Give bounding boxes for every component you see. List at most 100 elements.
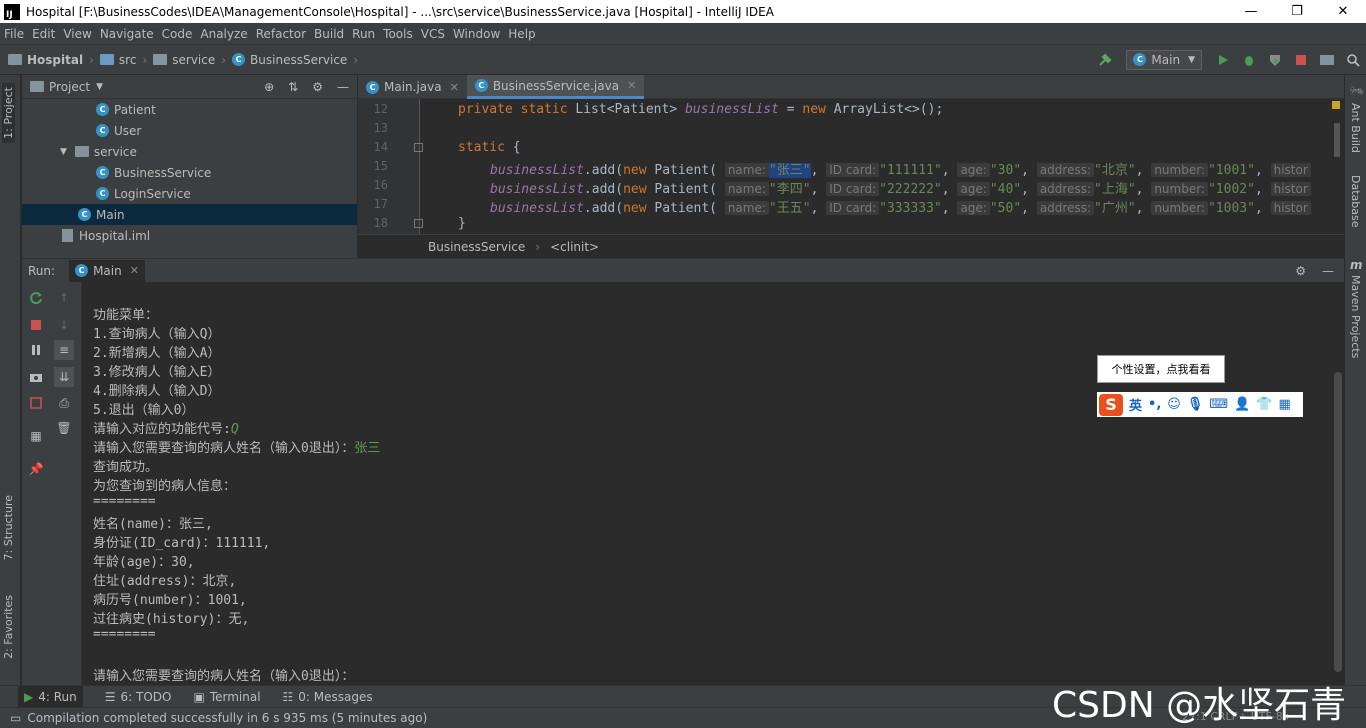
search-icon[interactable] — [1342, 50, 1364, 70]
tree-item-main[interactable]: C Main — [22, 204, 357, 225]
param-hint: age: — [957, 182, 990, 196]
print-icon[interactable]: ⎙ — [54, 393, 74, 413]
tool-tab-structure[interactable]: 7: Structure — [2, 495, 15, 560]
run-icon[interactable] — [1212, 50, 1234, 70]
tool-tab-todo[interactable]: ☰ 6: TODO — [105, 690, 172, 704]
tree-item-user[interactable]: C User — [22, 120, 357, 141]
breadcrumb-class[interactable]: C BusinessService › — [232, 53, 358, 67]
menu-run[interactable]: Run — [352, 27, 375, 41]
soft-wrap-icon[interactable]: ≡ — [54, 340, 74, 360]
project-structure-icon[interactable] — [1316, 50, 1338, 70]
breadcrumb-project[interactable]: Hospital › — [8, 53, 94, 67]
breadcrumb-class[interactable]: BusinessService — [428, 240, 525, 254]
tool-tab-terminal[interactable]: ▣ Terminal — [193, 690, 260, 704]
tree-item-loginservice[interactable]: C LoginService — [22, 183, 357, 204]
microphone-icon[interactable]: 🎙 — [1187, 397, 1204, 412]
grid-menu-icon[interactable]: ▦ — [1278, 397, 1290, 412]
breadcrumb-src[interactable]: src › — [99, 53, 147, 67]
debug-bug-icon[interactable] — [1238, 50, 1260, 70]
keyboard-icon[interactable]: ⌨ — [1209, 397, 1228, 412]
status-icon[interactable]: ▭ — [10, 711, 21, 725]
tree-item-service[interactable]: ▼ service — [22, 141, 357, 162]
expand-arrow-icon[interactable]: ▼ — [60, 147, 67, 157]
ime-tooltip[interactable]: 个性设置，点我看看 — [1097, 355, 1225, 383]
close-tab-icon[interactable]: ✕ — [627, 79, 636, 92]
tree-item-businessservice[interactable]: C BusinessService — [22, 162, 357, 183]
gear-icon[interactable]: ⚙ — [312, 80, 323, 94]
tool-tab-database[interactable]: Database — [1349, 175, 1362, 228]
tab-main-java[interactable]: C Main.java ✕ — [358, 75, 467, 99]
layout-icon[interactable]: ▦ — [26, 426, 46, 446]
trash-icon[interactable]: 🗑 — [54, 418, 74, 438]
skin-shirt-icon[interactable]: 👕 — [1256, 397, 1272, 412]
menu-refactor[interactable]: Refactor — [256, 27, 306, 41]
package-folder-icon — [74, 146, 89, 157]
sogou-logo-icon[interactable]: S — [1099, 393, 1123, 416]
gear-icon[interactable]: ⚙ — [1295, 264, 1306, 278]
close-tab-icon[interactable]: ✕ — [450, 81, 459, 94]
hide-panel-icon[interactable]: — — [337, 80, 349, 94]
tool-tab-maven-projects[interactable]: Maven Projects — [1349, 275, 1362, 358]
menu-vcs[interactable]: VCS — [421, 27, 445, 41]
ime-lang-toggle[interactable]: 英 — [1129, 395, 1142, 414]
menu-view[interactable]: View — [63, 27, 91, 41]
menu-edit[interactable]: Edit — [32, 27, 55, 41]
fold-marker-icon[interactable] — [414, 219, 423, 228]
run-console[interactable]: 功能菜单： 1.查询病人（输入Q） 2.新增病人（输入A） 3.修改病人（输入E… — [82, 282, 1344, 685]
locate-target-icon[interactable]: ⊕ — [264, 80, 274, 94]
code-editor[interactable]: 12 13 14 15 16 17 18 private static List… — [358, 99, 1344, 234]
menu-navigate[interactable]: Navigate — [100, 27, 154, 41]
run-config-selector[interactable]: C Main ▼ — [1126, 49, 1202, 70]
arrow-up-icon[interactable]: ↑ — [54, 288, 74, 308]
stop-icon[interactable] — [1290, 50, 1312, 70]
menu-window[interactable]: Window — [453, 27, 500, 41]
project-panel-title[interactable]: Project — [49, 80, 90, 94]
menu-file[interactable]: File — [4, 27, 24, 41]
arrow-down-icon[interactable]: ↓ — [54, 315, 74, 335]
menu-analyze[interactable]: Analyze — [200, 27, 247, 41]
class-icon: C — [96, 187, 109, 200]
run-tab-main[interactable]: C Main ✕ — [69, 259, 145, 282]
editor-scrollbar[interactable] — [1334, 123, 1340, 157]
tool-tab-project[interactable]: 1: Project — [2, 83, 15, 143]
breadcrumb-service[interactable]: service › — [153, 53, 226, 67]
status-message[interactable]: Compilation completed successfully in 6 … — [27, 711, 427, 725]
close-button[interactable]: ✕ — [1320, 0, 1366, 23]
menu-tools[interactable]: Tools — [383, 27, 413, 41]
collapse-all-icon[interactable]: ⇅ — [288, 80, 298, 94]
string-literal: "111111" — [879, 163, 942, 178]
build-hammer-icon[interactable] — [1094, 50, 1116, 70]
user-icon[interactable]: 👤 — [1234, 397, 1250, 412]
close-tab-icon[interactable]: ✕ — [130, 264, 139, 277]
tool-tab-ant-build[interactable]: Ant Build — [1349, 103, 1362, 153]
punctuation-icon[interactable]: •, — [1148, 397, 1161, 412]
fold-marker-icon[interactable] — [414, 143, 423, 152]
pin-icon[interactable]: 📌 — [26, 459, 46, 479]
rerun-icon[interactable] — [26, 288, 46, 308]
tool-tab-messages[interactable]: ☷ 0: Messages — [283, 690, 373, 704]
console-scrollbar[interactable] — [1334, 372, 1342, 672]
tool-tab-run[interactable]: ▶ 4: Run — [18, 685, 83, 708]
ime-toolbar[interactable]: S 英 •, ☺ 🎙 ⌨ 👤 👕 ▦ — [1097, 392, 1303, 417]
menu-build[interactable]: Build — [314, 27, 344, 41]
scroll-to-end-icon[interactable]: ⇊ — [54, 367, 74, 387]
tree-item-hospital-iml[interactable]: Hospital.iml — [22, 225, 357, 246]
tool-tab-favorites[interactable]: 2: Favorites — [2, 595, 15, 659]
hide-panel-icon[interactable]: — — [1322, 264, 1334, 278]
menu-code[interactable]: Code — [162, 27, 193, 41]
emoji-icon[interactable]: ☺ — [1167, 397, 1181, 412]
tree-item-patient[interactable]: C Patient — [22, 99, 357, 120]
chevron-down-icon[interactable]: ▼ — [96, 82, 103, 92]
line-number: 16 — [373, 178, 388, 192]
warning-marker-icon[interactable] — [1332, 101, 1340, 109]
maximize-button[interactable]: ❐ — [1274, 0, 1320, 23]
breadcrumb-method[interactable]: <clinit> — [550, 240, 599, 254]
pause-icon[interactable] — [26, 340, 46, 360]
exit-icon[interactable] — [26, 393, 46, 413]
camera-icon[interactable] — [26, 367, 46, 387]
minimize-button[interactable]: — — [1228, 0, 1274, 23]
menu-help[interactable]: Help — [508, 27, 535, 41]
stop-icon[interactable] — [26, 315, 46, 335]
tab-businessservice-java[interactable]: C BusinessService.java ✕ — [466, 75, 645, 99]
coverage-icon[interactable] — [1264, 50, 1286, 70]
